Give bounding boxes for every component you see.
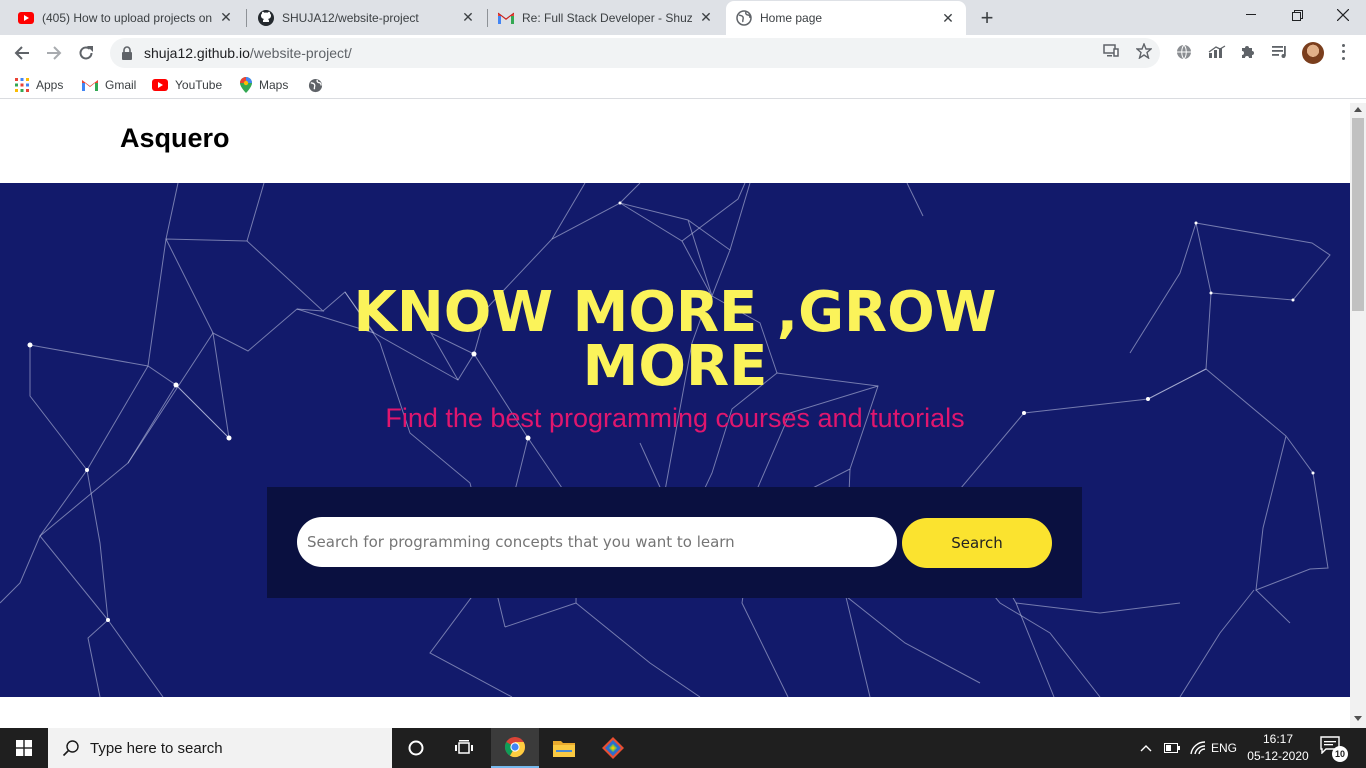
github-icon	[258, 9, 274, 26]
chrome-icon	[504, 737, 526, 758]
youtube-icon	[152, 79, 168, 91]
cast-icon[interactable]	[1102, 42, 1120, 60]
close-tab-icon[interactable]: ✕	[698, 9, 714, 26]
browser-toolbar: shuja12.github.io/website-project/	[0, 35, 1366, 71]
folder-icon	[553, 741, 575, 757]
windows-logo-icon	[16, 740, 32, 756]
bookmark-youtube[interactable]: YouTube	[152, 76, 222, 94]
browser-menu-icon[interactable]	[1338, 42, 1348, 62]
bookmark-gmail[interactable]: Gmail	[82, 76, 136, 94]
globe-icon	[308, 78, 323, 92]
scrollbar-thumb[interactable]	[1352, 118, 1364, 311]
cortana-button[interactable]	[392, 728, 440, 768]
gmail-icon	[82, 80, 98, 91]
bookmarks-bar: Apps Gmail YouTube Maps	[0, 71, 1366, 99]
show-hidden-icons-button[interactable]	[1136, 728, 1156, 768]
taskbar-search-box[interactable]: Type here to search	[48, 728, 392, 768]
close-tab-icon[interactable]: ✕	[218, 9, 234, 26]
maps-pin-icon	[240, 77, 252, 93]
youtube-icon	[18, 11, 34, 24]
globe-icon	[736, 10, 752, 26]
hero-headline: KNOW MORE ,GROW MORE	[353, 280, 997, 399]
bookmark-label: YouTube	[175, 78, 223, 92]
tab-strip: (405) How to upload projects on ✕ SHUJA1…	[0, 0, 1366, 35]
input-language-indicator[interactable]: ENG	[1210, 728, 1238, 768]
tab-gmail[interactable]: Re: Full Stack Developer - Shuza ✕	[488, 0, 724, 35]
minimize-icon	[1246, 14, 1256, 15]
minimize-button[interactable]	[1228, 0, 1274, 30]
taskbar-search-placeholder: Type here to search	[90, 739, 223, 757]
reload-button[interactable]	[72, 39, 100, 67]
tab-title: Re: Full Stack Developer - Shuza	[522, 10, 692, 25]
bookmark-maps[interactable]: Maps	[240, 76, 288, 94]
scroll-down-icon[interactable]	[1354, 716, 1362, 721]
forward-button[interactable]	[40, 39, 68, 67]
tab-title: (405) How to upload projects on	[42, 10, 212, 25]
battery-icon[interactable]	[1160, 728, 1184, 768]
extension-globe-icon[interactable]	[1174, 42, 1194, 62]
tab-separator	[246, 9, 247, 27]
hero-section: KNOW MORE ,GROW MORE Find the best progr…	[0, 183, 1350, 697]
clock-date: 05-12-2020	[1247, 749, 1309, 763]
new-tab-button[interactable]: +	[975, 5, 999, 30]
bookmark-globe[interactable]	[308, 76, 323, 94]
cortana-circle-icon	[408, 740, 424, 756]
close-tab-icon[interactable]: ✕	[940, 10, 956, 26]
tab-github[interactable]: SHUJA12/website-project ✕	[248, 0, 486, 35]
scroll-up-icon[interactable]	[1354, 107, 1362, 112]
hero-subheadline: Find the best programming courses and tu…	[385, 403, 965, 433]
clock-time: 16:17	[1262, 732, 1294, 746]
windows-taskbar: Type here to search ENG 16:17 05-12-2020…	[0, 728, 1366, 768]
search-icon	[62, 740, 79, 757]
url-text: shuja12.github.io/website-project/	[144, 45, 352, 61]
tab-youtube[interactable]: (405) How to upload projects on ✕	[8, 0, 244, 35]
notification-count-badge: 10	[1332, 746, 1348, 762]
close-window-button[interactable]	[1320, 0, 1366, 30]
restore-button[interactable]	[1274, 0, 1320, 30]
extensions-puzzle-icon[interactable]	[1238, 42, 1258, 62]
git-diamond-icon	[602, 737, 624, 759]
bookmark-label: Apps	[36, 78, 64, 92]
taskbar-git-app[interactable]	[589, 728, 637, 768]
arrow-right-icon	[47, 46, 62, 60]
close-tab-icon[interactable]: ✕	[460, 9, 476, 26]
course-search-input[interactable]	[297, 517, 897, 567]
bookmark-star-icon[interactable]	[1135, 42, 1153, 60]
search-panel: Search	[267, 487, 1082, 598]
address-bar[interactable]: shuja12.github.io/website-project/	[110, 38, 1160, 68]
site-header: Asquero	[0, 103, 1350, 183]
system-clock[interactable]: 16:17 05-12-2020	[1240, 731, 1316, 765]
reload-icon	[79, 46, 93, 60]
media-queue-icon[interactable]	[1270, 42, 1290, 62]
chevron-up-icon	[1140, 745, 1152, 752]
close-icon	[1337, 9, 1349, 21]
apps-grid-icon	[15, 78, 29, 92]
extension-chart-icon[interactable]	[1207, 42, 1227, 62]
taskbar-chrome[interactable]	[491, 728, 539, 768]
tab-title: Home page	[760, 11, 823, 25]
tab-title: SHUJA12/website-project	[282, 10, 419, 25]
arrow-left-icon	[14, 46, 29, 60]
bookmark-label: Maps	[259, 78, 289, 92]
web-page: Asquero KNOW MORE ,GROW MORE Find the be…	[0, 103, 1350, 728]
task-view-icon	[455, 740, 473, 754]
profile-avatar[interactable]	[1302, 42, 1324, 64]
lock-icon[interactable]	[120, 46, 134, 60]
wifi-icon[interactable]	[1186, 728, 1210, 768]
restore-icon	[1291, 9, 1303, 21]
site-brand-logo[interactable]: Asquero	[120, 123, 230, 154]
search-button[interactable]: Search	[902, 518, 1052, 568]
back-button[interactable]	[8, 39, 36, 67]
tab-home-page[interactable]: Home page ✕	[726, 1, 966, 35]
network-background	[0, 183, 1331, 697]
start-button[interactable]	[0, 728, 48, 768]
bookmark-label: Gmail	[105, 78, 137, 92]
bookmark-apps[interactable]: Apps	[15, 76, 63, 94]
page-scrollbar[interactable]	[1350, 103, 1366, 728]
taskbar-file-explorer[interactable]	[540, 728, 588, 768]
action-center-button[interactable]: 10	[1320, 736, 1348, 762]
gmail-icon	[498, 12, 514, 24]
task-view-button[interactable]	[440, 728, 488, 768]
